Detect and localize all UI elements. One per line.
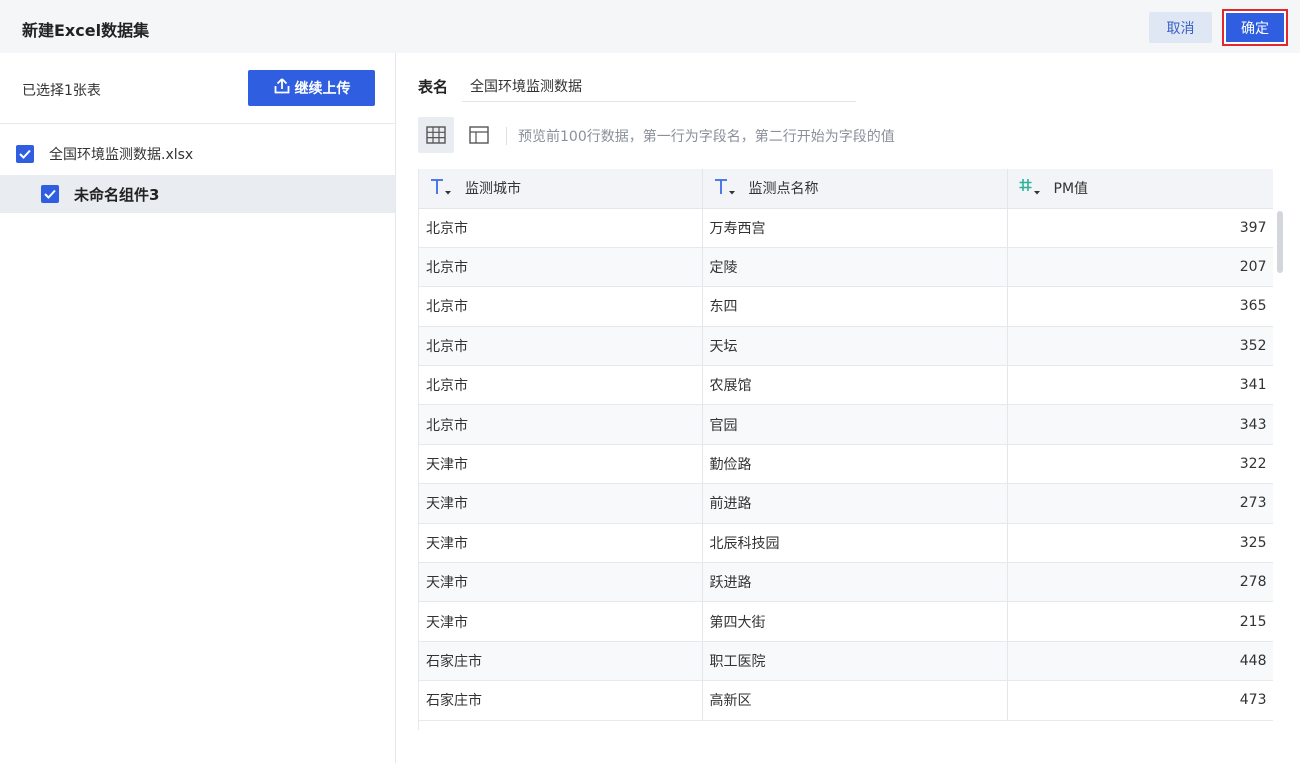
sheet-checkbox[interactable] [41, 185, 59, 203]
table-cell: 343 [1007, 404, 1273, 445]
table-cell: 天坛 [702, 326, 1008, 367]
table-cell: 352 [1007, 326, 1273, 367]
confirm-button[interactable]: 确定 [1226, 13, 1284, 42]
table-cell: 万寿西宫 [702, 208, 1008, 248]
table-cell: 勤俭路 [702, 444, 1008, 485]
file-name: 全国环境监测数据.xlsx [49, 147, 194, 163]
table-cell: 跃进路 [702, 562, 1008, 603]
table-cell: 石家庄市 [419, 680, 703, 721]
table-cell: 322 [1007, 444, 1273, 485]
cancel-button[interactable]: 取消 [1149, 12, 1212, 43]
left-panel: 已选择1张表 继续上传 全国环境监测数据.xlsx 未命名组件3 [0, 53, 396, 763]
table-cell: 石家庄市 [419, 641, 703, 682]
table-row: 北京市 官园 343 [419, 404, 1273, 445]
table-row: 石家庄市 高新区 473 [419, 680, 1273, 721]
table-cell: 天津市 [419, 562, 703, 603]
table-row: 北京市 农展馆 341 [419, 365, 1273, 406]
table-scrollbar[interactable] [1275, 208, 1285, 730]
table-cell: 325 [1007, 523, 1273, 564]
column-header[interactable]: 监测城市 [419, 169, 703, 209]
table-cell: 397 [1007, 208, 1273, 248]
table-cell: 341 [1007, 365, 1273, 406]
table-row: 北京市 东四 365 [419, 286, 1273, 327]
table-header-row: 监测城市 监测点名称 PM值 [419, 169, 1273, 209]
table-cell: 北辰科技园 [702, 523, 1008, 564]
table-cell: 北京市 [419, 404, 703, 445]
table-name-label: 表名 [418, 78, 449, 96]
table-cell: 前进路 [702, 483, 1008, 524]
table-cell: 北京市 [419, 208, 703, 248]
dialog-title: 新建Excel数据集 [22, 21, 150, 40]
table-cell: 278 [1007, 562, 1273, 603]
column-header[interactable]: PM值 [1007, 169, 1273, 209]
table-cell: 215 [1007, 601, 1273, 642]
table-cell: 天津市 [419, 483, 703, 524]
preview-hint: 预览前100行数据，第一行为字段名，第二行开始为字段的值 [518, 129, 895, 145]
file-checkbox[interactable] [16, 145, 34, 163]
table-cell: 第四大街 [702, 601, 1008, 642]
table-cell: 东四 [702, 286, 1008, 327]
continue-upload-label: 继续上传 [294, 81, 351, 97]
text-type-icon [714, 179, 735, 195]
table-row: 天津市 第四大街 215 [419, 601, 1273, 642]
grid-icon [426, 126, 446, 144]
table-cell: 高新区 [702, 680, 1008, 721]
column-header[interactable]: 监测点名称 [702, 169, 1008, 209]
table-row: 天津市 前进路 273 [419, 483, 1273, 524]
table-name-input[interactable] [462, 70, 856, 102]
layout-icon [469, 126, 489, 144]
table-cell: 北京市 [419, 326, 703, 367]
table-cell: 365 [1007, 286, 1273, 327]
number-type-icon [1019, 179, 1040, 195]
table-cell: 天津市 [419, 444, 703, 485]
selected-count: 已选择1张表 [22, 83, 101, 99]
check-icon [19, 149, 31, 159]
table-cell: 天津市 [419, 523, 703, 564]
scrollbar-thumb[interactable] [1277, 211, 1283, 273]
tree-item-file[interactable]: 全国环境监测数据.xlsx [0, 135, 395, 173]
table-row: 北京市 万寿西宫 397 [419, 208, 1273, 248]
table-cell: 北京市 [419, 365, 703, 406]
text-type-icon [431, 179, 451, 195]
table-row: 北京市 天坛 352 [419, 326, 1273, 367]
table-cell: 官园 [702, 404, 1008, 445]
divider [0, 123, 395, 124]
table-row: 天津市 勤俭路 322 [419, 444, 1273, 485]
column-header-label: 监测点名称 [748, 181, 819, 198]
table-cell: 473 [1007, 680, 1273, 721]
table-row: 天津市 跃进路 278 [419, 562, 1273, 603]
table-row: 天津市 北辰科技园 325 [419, 523, 1273, 564]
sheet-name: 未命名组件3 [74, 185, 160, 204]
table-cell: 农展馆 [702, 365, 1008, 406]
table-cell: 职工医院 [702, 641, 1008, 682]
table-cell: 448 [1007, 641, 1273, 682]
table-cell: 273 [1007, 483, 1273, 524]
confirm-button-highlight[interactable]: 确定 [1222, 9, 1288, 46]
check-icon [44, 189, 56, 199]
table-cell: 天津市 [419, 601, 703, 642]
table-cell: 北京市 [419, 247, 703, 288]
tree-item-sheet[interactable]: 未命名组件3 [0, 175, 395, 213]
upload-icon [273, 77, 291, 99]
column-header-label: 监测城市 [465, 181, 521, 198]
table-cell: 207 [1007, 247, 1273, 288]
table-cell: 定陵 [702, 247, 1008, 288]
dialog-header: 新建Excel数据集 取消 确定 [0, 0, 1300, 53]
continue-upload-button[interactable]: 继续上传 [248, 70, 375, 106]
preview-table: 监测城市 监测点名称 PM值 北京市 万寿西宫 397 北京市 定陵 207 北… [418, 169, 1273, 730]
table-cell: 北京市 [419, 286, 703, 327]
layout-view-button[interactable] [461, 117, 497, 153]
grid-view-button[interactable] [418, 117, 454, 153]
column-header-label: PM值 [1053, 181, 1089, 198]
table-row: 石家庄市 职工医院 448 [419, 641, 1273, 682]
toolbar-separator [506, 127, 507, 145]
table-row: 北京市 定陵 207 [419, 247, 1273, 288]
